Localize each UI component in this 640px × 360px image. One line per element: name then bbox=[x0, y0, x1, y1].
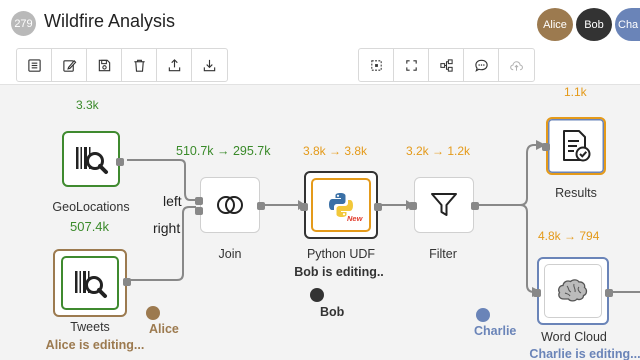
zoom-fit-icon bbox=[370, 59, 382, 71]
list-icon bbox=[27, 58, 41, 72]
scan-source-icon bbox=[75, 271, 107, 298]
output-port[interactable] bbox=[471, 202, 479, 210]
workflow-canvas[interactable]: 3.3k GeoLocations 507.4k Tweets Alice is… bbox=[0, 85, 640, 360]
delete-button[interactable] bbox=[122, 49, 157, 81]
python-udf-inner-frame: New bbox=[311, 178, 371, 232]
results-label: Results bbox=[555, 186, 597, 200]
scan-source-icon bbox=[76, 147, 108, 174]
cloud-icon bbox=[510, 60, 523, 71]
output-port[interactable] bbox=[605, 289, 613, 297]
operator-python-udf[interactable]: New bbox=[300, 171, 382, 239]
cursor-charlie-name: Charlie bbox=[474, 324, 517, 338]
trash-icon bbox=[133, 59, 145, 72]
input-port-right[interactable] bbox=[195, 207, 203, 215]
cloud-button[interactable] bbox=[499, 49, 534, 81]
comment-button[interactable] bbox=[464, 49, 499, 81]
user-avatar-bob[interactable]: Bob bbox=[576, 8, 612, 41]
workflow-header: 279 Wildfire Analysis Alice Bob Cha bbox=[0, 0, 640, 46]
cursor-charlie bbox=[476, 308, 490, 322]
results-document-icon bbox=[563, 130, 591, 162]
link-filter-word-cloud bbox=[519, 204, 538, 293]
tweets-editing-status: Alice is editing... bbox=[45, 338, 145, 352]
user-avatar-charlie[interactable]: Cha bbox=[615, 8, 640, 41]
cursor-bob bbox=[310, 288, 324, 302]
operator-join[interactable] bbox=[195, 177, 265, 233]
edit-button-group bbox=[16, 48, 228, 82]
join-icon bbox=[217, 196, 243, 214]
link-geolocations-join bbox=[127, 159, 196, 201]
join-stat: 510.7k → 295.7k bbox=[176, 144, 271, 158]
word-cloud-inner-frame bbox=[544, 264, 602, 318]
link-filter-results bbox=[478, 144, 542, 206]
geolocations-label: GeoLocations bbox=[52, 200, 130, 214]
auto-layout-button[interactable] bbox=[429, 49, 464, 81]
view-button-group bbox=[358, 48, 535, 82]
input-port-left[interactable] bbox=[195, 197, 203, 205]
join-port-left-label: left bbox=[163, 193, 182, 209]
python-udf-stat: 3.8k → 3.8k bbox=[303, 144, 368, 158]
operator-filter[interactable] bbox=[409, 177, 479, 233]
save-button[interactable] bbox=[87, 49, 122, 81]
word-cloud-editing-status: Charlie is editing... bbox=[529, 347, 640, 360]
new-badge: New bbox=[347, 214, 363, 223]
workflow-id-badge: 279 bbox=[11, 11, 36, 36]
word-cloud-label: Word Cloud bbox=[541, 330, 607, 344]
cursor-bob-name: Bob bbox=[320, 305, 345, 319]
operator-tweets[interactable] bbox=[53, 249, 131, 317]
save-icon bbox=[98, 59, 110, 71]
upload-icon bbox=[168, 58, 180, 71]
workflow-title[interactable]: Wildfire Analysis bbox=[44, 11, 175, 32]
fullscreen-icon bbox=[405, 59, 417, 71]
cursor-alice bbox=[146, 306, 160, 320]
python-udf-editing-status: Bob is editing.. bbox=[294, 265, 384, 279]
output-port[interactable] bbox=[123, 278, 131, 286]
input-port[interactable] bbox=[533, 289, 541, 297]
download-icon bbox=[203, 59, 216, 71]
cursor-alice-name: Alice bbox=[149, 322, 179, 336]
zoom-fit-button[interactable] bbox=[359, 49, 394, 81]
layout-icon bbox=[439, 58, 453, 72]
filter-label: Filter bbox=[429, 247, 457, 261]
edit-button[interactable] bbox=[52, 49, 87, 81]
input-port[interactable] bbox=[300, 203, 308, 211]
edit-icon bbox=[62, 59, 76, 72]
geolocations-output-count: 3.3k bbox=[76, 98, 99, 112]
word-cloud-stat: 4.8k → 794 bbox=[538, 229, 600, 243]
output-port[interactable] bbox=[116, 158, 124, 166]
input-port[interactable] bbox=[409, 202, 417, 210]
filter-stat: 3.2k → 1.2k bbox=[406, 144, 471, 158]
brain-cloud-icon bbox=[558, 279, 588, 302]
geolocations-stat: 507.4k bbox=[70, 219, 110, 234]
link-tweets-join bbox=[127, 206, 196, 281]
output-port[interactable] bbox=[374, 203, 382, 211]
output-port[interactable] bbox=[257, 202, 265, 210]
input-port[interactable] bbox=[542, 143, 550, 151]
workflow-toolbar bbox=[0, 46, 640, 85]
comment-icon bbox=[474, 59, 488, 72]
tweets-label: Tweets bbox=[70, 320, 110, 334]
fullscreen-button[interactable] bbox=[394, 49, 429, 81]
join-port-right-label: right bbox=[153, 220, 181, 236]
download-button[interactable] bbox=[192, 49, 227, 81]
operator-list-button[interactable] bbox=[17, 49, 52, 81]
tweets-inner-frame bbox=[61, 256, 119, 310]
operator-word-cloud[interactable] bbox=[533, 257, 613, 325]
upload-button[interactable] bbox=[157, 49, 192, 81]
operator-geolocations[interactable] bbox=[62, 131, 124, 187]
results-stat: 1.1k bbox=[564, 85, 587, 99]
operator-results[interactable] bbox=[542, 117, 606, 175]
join-label: Join bbox=[218, 247, 242, 261]
filter-icon bbox=[431, 193, 457, 216]
user-avatar-alice[interactable]: Alice bbox=[537, 8, 573, 41]
python-udf-label: Python UDF bbox=[306, 247, 376, 261]
